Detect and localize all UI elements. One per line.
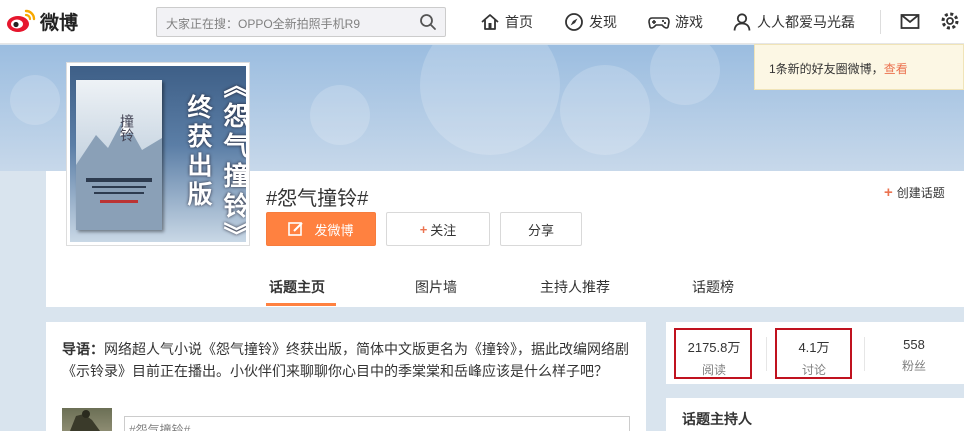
nav-divider	[880, 10, 881, 34]
cover-subheadline: 终获出版	[184, 94, 213, 210]
gear-icon[interactable]	[940, 10, 960, 32]
post-weibo-button[interactable]: 发微博	[266, 212, 376, 246]
banner-decoration	[420, 45, 560, 155]
banner-decoration	[10, 75, 60, 125]
weibo-eye-icon	[7, 9, 36, 32]
topic-title: #怨气撞铃#	[266, 188, 369, 210]
plus-icon: +	[884, 184, 893, 201]
notice-message: 1条新的好友圈微博，	[769, 62, 884, 76]
banner-decoration	[560, 65, 650, 155]
banner-decoration	[310, 85, 370, 145]
create-topic-link[interactable]: + 创建话题	[884, 184, 945, 201]
intro-label: 导语：	[62, 341, 104, 357]
nav-home-label: 首页	[505, 14, 533, 30]
stat-divider	[864, 337, 865, 371]
user-icon	[733, 13, 751, 31]
follow-label: 关注	[430, 222, 457, 238]
top-nav: 微博 大家正在搜：OPPO全新拍照手机R9 首页 发现 游戏 人人都爱马光磊	[0, 0, 964, 44]
home-icon	[481, 14, 499, 30]
nav-user-label: 人人都爱马光磊	[757, 14, 855, 30]
compose-input[interactable]: #怨气撞铃#	[124, 416, 630, 431]
tab-host-recommend[interactable]: 主持人推荐	[540, 277, 610, 297]
banner-decoration	[650, 45, 720, 105]
stat-fans-label: 粉丝	[901, 359, 926, 373]
host-title: 话题主持人	[682, 411, 752, 427]
search-input[interactable]: 大家正在搜：OPPO全新拍照手机R9	[166, 15, 360, 32]
highlight-box	[775, 328, 852, 379]
tab-topic-home[interactable]: 话题主页	[269, 277, 325, 297]
create-topic-label: 创建话题	[896, 186, 945, 200]
gamepad-icon	[648, 17, 670, 29]
highlight-box	[674, 328, 752, 379]
intro-body: 网络超人气小说《怨气撞铃》终获出版，简体中文版更名为《撞铃》，据此改编网络剧《示…	[62, 341, 629, 379]
share-label: 分享	[527, 222, 554, 238]
share-button[interactable]: 分享	[500, 212, 582, 246]
compass-icon	[565, 13, 583, 31]
book-image: 撞铃	[76, 80, 162, 230]
cover-headline: 《怨气撞铃》	[219, 72, 246, 242]
search-icon[interactable]	[419, 13, 437, 31]
nav-games-label: 游戏	[675, 14, 703, 30]
stat-divider	[766, 337, 767, 371]
book-title: 撞铃	[118, 114, 134, 142]
weibo-logo[interactable]: 微博	[6, 6, 96, 36]
compose-icon	[288, 222, 304, 236]
stat-fans-value: 558	[903, 337, 925, 352]
plus-icon: +	[419, 221, 428, 237]
nav-games[interactable]: 游戏	[648, 10, 703, 34]
search-box[interactable]: 大家正在搜：OPPO全新拍照手机R9	[156, 7, 446, 37]
active-tab-indicator	[266, 303, 336, 306]
stat-fans: 558 粉丝	[876, 337, 952, 374]
topic-intro: 导语：网络超人气小说《怨气撞铃》终获出版，简体中文版更名为《撞铃》，据此改编网络…	[62, 338, 637, 382]
avatar[interactable]	[62, 408, 112, 431]
cover-art: 撞铃 《怨气撞铃》 终获出版	[70, 66, 246, 242]
nav-home[interactable]: 首页	[480, 10, 533, 34]
mail-icon[interactable]	[900, 10, 920, 32]
notice-view-link[interactable]: 查看	[884, 62, 908, 76]
tab-topic-ranking[interactable]: 话题榜	[692, 277, 734, 297]
avatar-image	[70, 410, 100, 431]
post-weibo-label: 发微博	[314, 222, 354, 238]
topic-cover-image: 撞铃 《怨气撞铃》 终获出版	[66, 62, 250, 246]
tab-picture-wall[interactable]: 图片墙	[415, 277, 457, 297]
follow-button[interactable]: + 关注	[386, 212, 490, 246]
compose-text: #怨气撞铃#	[129, 423, 191, 431]
mountain-illustration	[76, 118, 162, 230]
nav-discover[interactable]: 发现	[564, 10, 617, 34]
friend-feed-notice: 1条新的好友圈微博，查看	[754, 44, 964, 90]
nav-user[interactable]: 人人都爱马光磊	[732, 10, 855, 34]
logo-text: 微博	[40, 11, 79, 34]
notice-text: 1条新的好友圈微博，查看	[769, 60, 908, 77]
nav-discover-label: 发现	[589, 14, 617, 30]
